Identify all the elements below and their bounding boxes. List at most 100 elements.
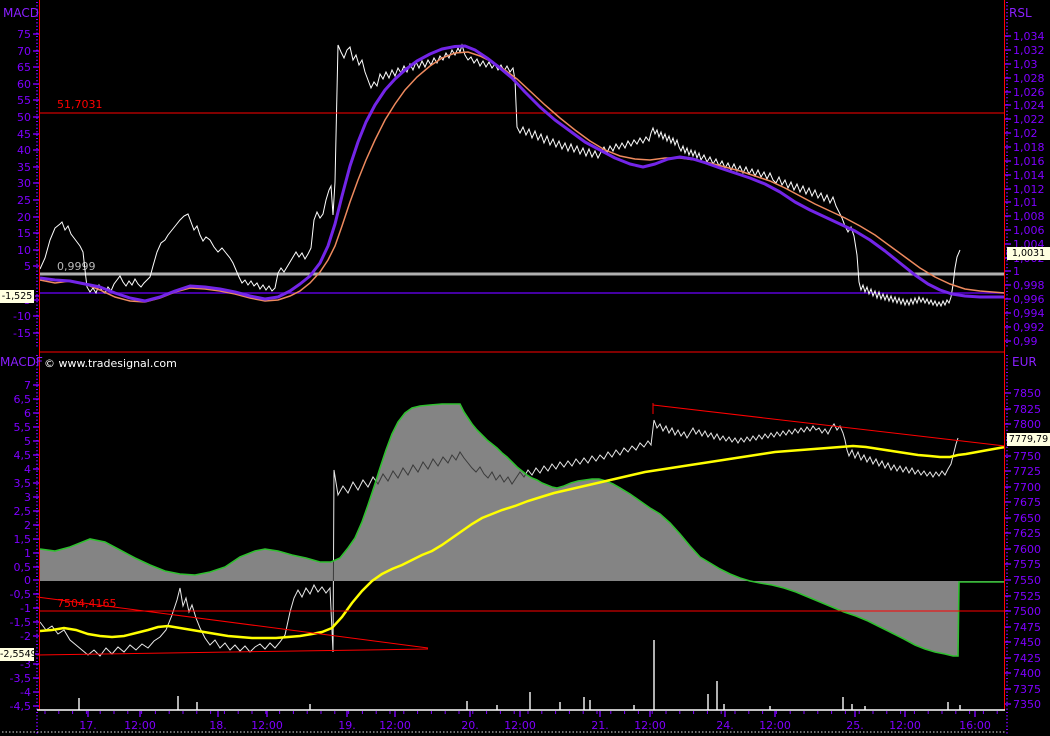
eur-axis-label: 7725 xyxy=(1013,465,1041,478)
macdf-axis-label: 0,5 xyxy=(14,561,32,574)
macdf-axis-label: -4 xyxy=(20,686,31,699)
macd-axis-label: 70 xyxy=(17,45,31,58)
volume-bar xyxy=(589,700,591,710)
macdf-axis-label: 1,5 xyxy=(14,533,32,546)
volume-bar xyxy=(583,697,585,710)
bottom-left-axis-title: MACDF xyxy=(0,355,43,369)
macd-axis-label: 35 xyxy=(17,161,31,174)
eur-last-value-badge: 7779,79 xyxy=(1007,433,1050,446)
macd-axis-label: 60 xyxy=(17,78,31,91)
resistance-level-label: 51,7031 xyxy=(57,98,103,111)
macdf-axis-label: 7 xyxy=(24,379,31,392)
eur-axis-label: 7825 xyxy=(1013,403,1041,416)
macd-axis-label: 20 xyxy=(17,211,31,224)
time-label: 18. xyxy=(209,719,227,732)
eur-axis-label: 7750 xyxy=(1013,450,1041,463)
eur-axis-label: 7700 xyxy=(1013,481,1041,494)
macd-last-value-badge: -1,525 xyxy=(0,290,34,303)
rsl-axis-label: 1,034 xyxy=(1013,30,1045,43)
macdf-axis-label: 6 xyxy=(24,407,31,420)
macdf-axis-label: 2 xyxy=(24,519,31,532)
eur-axis-label: 7575 xyxy=(1013,558,1041,571)
time-label: 16:00 xyxy=(959,719,991,732)
rsl-axis-label: 0,992 xyxy=(1013,321,1045,334)
rsl-axis-label: 1,026 xyxy=(1013,86,1045,99)
eur-axis-label: 7400 xyxy=(1013,667,1041,680)
macd-axis-label: 40 xyxy=(17,144,31,157)
rsl-last-value-badge: 1,0031 xyxy=(1007,247,1050,260)
time-label: 12:00 xyxy=(889,719,921,732)
macdf-axis-label: -0,5 xyxy=(10,588,31,601)
eur-axis-label: 7550 xyxy=(1013,574,1041,587)
rsl-axis-label: 1,01 xyxy=(1013,196,1038,209)
time-label: 12:00 xyxy=(759,719,791,732)
macd-axis-label: 65 xyxy=(17,61,31,74)
macd-axis-label: -15 xyxy=(13,327,31,340)
macdf-axis-label: 5,5 xyxy=(14,421,32,434)
volume-bar xyxy=(716,681,718,710)
eur-axis-label: 7600 xyxy=(1013,543,1041,556)
volume-bar xyxy=(723,704,725,710)
rsl-axis-label: 1 xyxy=(1013,265,1020,278)
volume-bar xyxy=(947,702,949,710)
macd-axis-label: 30 xyxy=(17,177,31,190)
time-label: 12:00 xyxy=(251,719,283,732)
eur-axis-label: 7425 xyxy=(1013,652,1041,665)
rsl-axis-label: 0,996 xyxy=(1013,293,1045,306)
eur-axis-label: 7850 xyxy=(1013,387,1041,400)
rsl-axis-label: 1,022 xyxy=(1013,113,1045,126)
eur-axis-label: 7375 xyxy=(1013,683,1041,696)
eur-axis-label: 7800 xyxy=(1013,418,1041,431)
tradesignal-watermark: © www.tradesignal.com xyxy=(44,357,177,370)
eur-axis-label: 7350 xyxy=(1013,698,1041,711)
macd-axis-label: 75 xyxy=(17,28,31,41)
eur-axis-label: 7525 xyxy=(1013,590,1041,603)
volume-bar xyxy=(559,702,561,710)
tradesignal-chart-window: 75706560555045403530252015105-5-10-151,0… xyxy=(0,0,1050,736)
bottom-right-axis-title: EUR xyxy=(1012,355,1037,369)
unit-level-label: 0,9999 xyxy=(57,260,96,273)
time-label: 20. xyxy=(461,719,479,732)
volume-bar xyxy=(466,701,468,710)
macd-axis-label: 5 xyxy=(24,260,31,273)
macd-axis-label: 15 xyxy=(17,227,31,240)
macdf-axis-label: 5 xyxy=(24,435,31,448)
volume-bar xyxy=(851,704,853,710)
rsl-axis-label: 1,03 xyxy=(1013,58,1038,71)
macd-axis-label: 10 xyxy=(17,244,31,257)
macdf-last-value-badge: -2,5549 xyxy=(0,648,34,661)
macdf-axis-label: 4 xyxy=(24,463,31,476)
time-label: 12:00 xyxy=(379,719,411,732)
macdf-axis-label: 3,5 xyxy=(14,477,32,490)
macdf-axis-label: 6,5 xyxy=(14,393,32,406)
eur-axis-label: 7675 xyxy=(1013,496,1041,509)
macdf-axis-label: 1 xyxy=(24,547,31,560)
macdf-axis-label: 2,5 xyxy=(14,505,32,518)
top-right-axis-title: RSL xyxy=(1009,6,1032,20)
macdf-axis-label: -4,5 xyxy=(10,700,31,713)
time-label: 24. xyxy=(716,719,734,732)
time-label: 19. xyxy=(338,719,356,732)
macd-axis-label: 50 xyxy=(17,111,31,124)
macd-axis-label: 25 xyxy=(17,194,31,207)
eur-axis-label: 7450 xyxy=(1013,636,1041,649)
rsl-axis-label: 0,998 xyxy=(1013,279,1045,292)
rsl-axis-label: 1,012 xyxy=(1013,183,1045,196)
volume-bar xyxy=(653,640,655,710)
macdf-axis-label: 3 xyxy=(24,491,31,504)
macdf-axis-label: -3,5 xyxy=(10,672,31,685)
macd-axis-label: 45 xyxy=(17,128,31,141)
volume-bar xyxy=(707,694,709,710)
rsl-axis-label: 1,014 xyxy=(1013,169,1045,182)
time-label: 12:00 xyxy=(634,719,666,732)
time-label: 17. xyxy=(79,719,97,732)
macdf-axis-label: 4,5 xyxy=(14,449,32,462)
rsl-axis-label: 1,008 xyxy=(1013,210,1045,223)
rsl-axis-label: 1,028 xyxy=(1013,72,1045,85)
volume-bar xyxy=(529,692,531,710)
time-label: 12:00 xyxy=(504,719,536,732)
eur-axis-label: 7500 xyxy=(1013,605,1041,618)
time-label: 21. xyxy=(591,719,609,732)
volume-bar xyxy=(309,704,311,710)
rsl-axis-label: 1,02 xyxy=(1013,127,1038,140)
